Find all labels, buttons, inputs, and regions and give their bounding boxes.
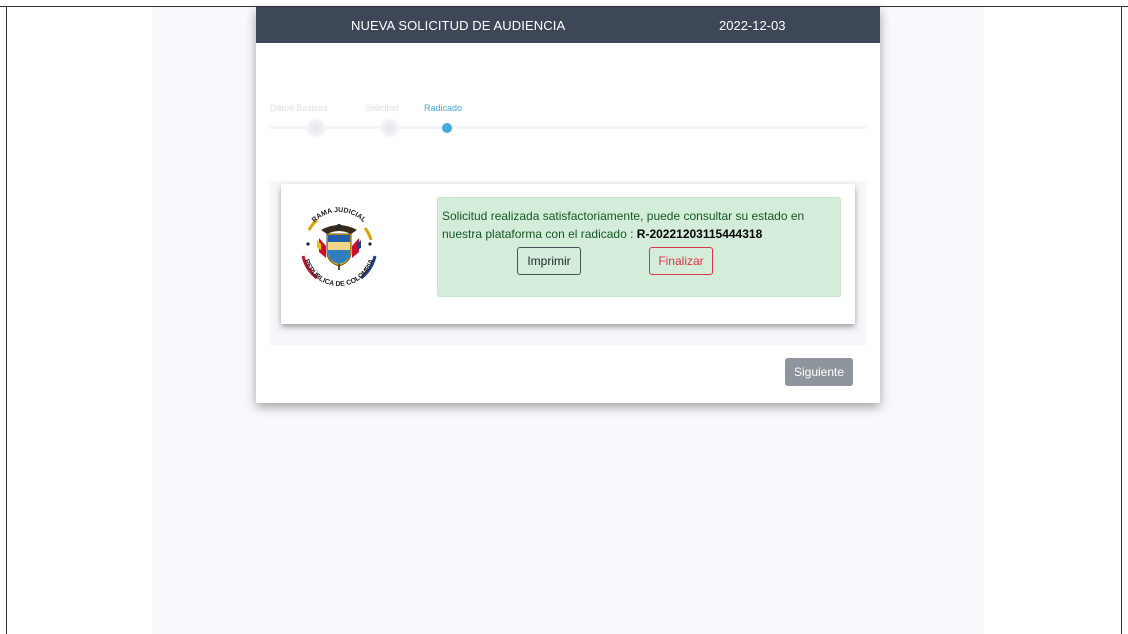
print-button[interactable]: Imprimir: [517, 247, 581, 275]
rama-judicial-seal-icon: RAMA JUDICIAL REPÚBLICA DE COLOMBIA: [295, 200, 383, 290]
finish-button[interactable]: Finalizar: [649, 247, 713, 275]
step-label-radicado: Radicado: [424, 103, 463, 113]
stepper: Datos Basicos Solicitud Radicado: [270, 97, 866, 138]
next-button[interactable]: Siguiente: [785, 358, 853, 386]
frame-border-right: [1121, 6, 1122, 634]
new-hearing-request-modal: NUEVA SOLICITUD DE AUDIENCIA 2022-12-03 …: [256, 7, 880, 403]
modal-header: NUEVA SOLICITUD DE AUDIENCIA 2022-12-03: [256, 7, 880, 43]
stepper-track: [270, 126, 866, 129]
step-dot-solicitud[interactable]: [380, 118, 400, 138]
step-dot-radicado[interactable]: [437, 118, 457, 138]
result-content-area: RAMA JUDICIAL REPÚBLICA DE COLOMBIA Soli…: [270, 181, 866, 345]
step-label-solicitud: Solicitud: [365, 103, 400, 113]
result-card: RAMA JUDICIAL REPÚBLICA DE COLOMBIA Soli…: [281, 184, 855, 324]
modal-title: NUEVA SOLICITUD DE AUDIENCIA: [351, 18, 566, 33]
success-message: Solicitud realizada satisfactoriamente, …: [442, 207, 838, 243]
modal-date: 2022-12-03: [719, 18, 786, 33]
frame-border-left: [6, 6, 7, 634]
radicado-code: R-20221203115444318: [636, 227, 763, 241]
step-dot-datos-basicos[interactable]: [306, 118, 326, 138]
success-alert: Solicitud realizada satisfactoriamente, …: [437, 197, 841, 297]
step-label-datos-basicos: Datos Basicos: [270, 103, 328, 113]
